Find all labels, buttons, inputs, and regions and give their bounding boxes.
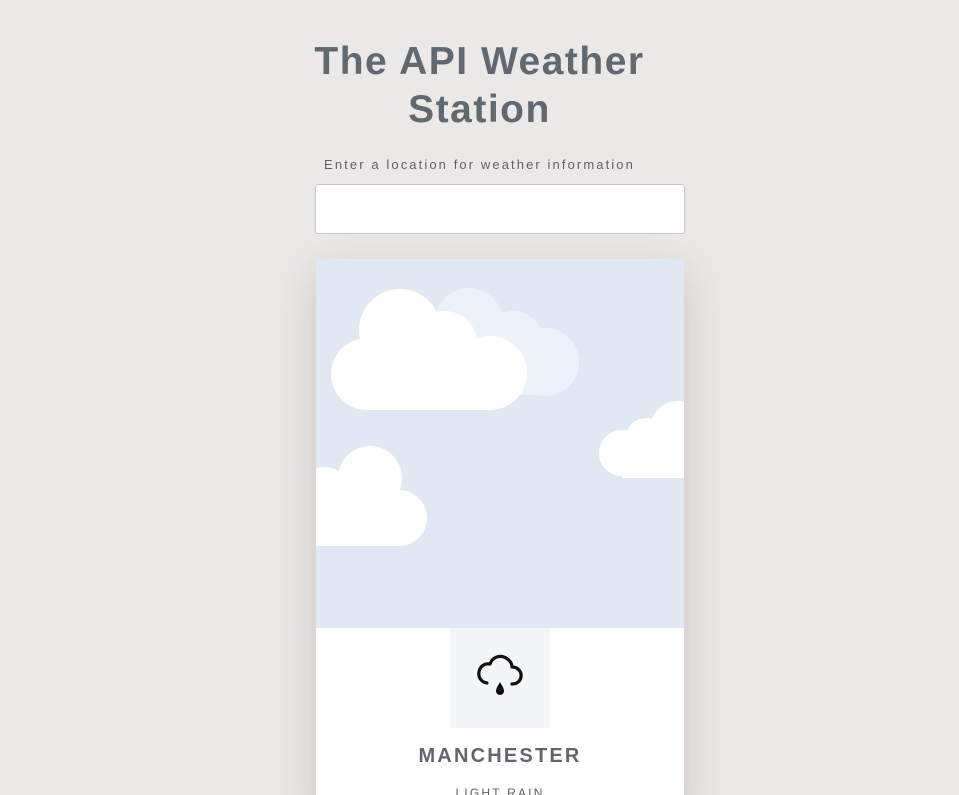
cloud-lower-left xyxy=(316,446,427,546)
weather-condition: LIGHT RAIN xyxy=(455,786,545,795)
page-title-line-1: The API Weather xyxy=(314,40,645,83)
weather-icon-box xyxy=(450,628,550,728)
location-search-input[interactable] xyxy=(315,184,685,234)
light-rain-icon xyxy=(476,654,524,703)
cloudy-sky-scene xyxy=(316,259,684,628)
weather-card: MANCHESTER LIGHT RAIN xyxy=(316,259,684,795)
location-prompt: Enter a location for weather information xyxy=(324,157,635,172)
clouds-illustration xyxy=(316,288,684,546)
page-title-line-2: Station xyxy=(408,88,551,131)
city-name: MANCHESTER xyxy=(418,745,582,767)
weather-page: The API Weather Station Enter a location… xyxy=(0,0,959,795)
cloud-right xyxy=(599,401,684,478)
